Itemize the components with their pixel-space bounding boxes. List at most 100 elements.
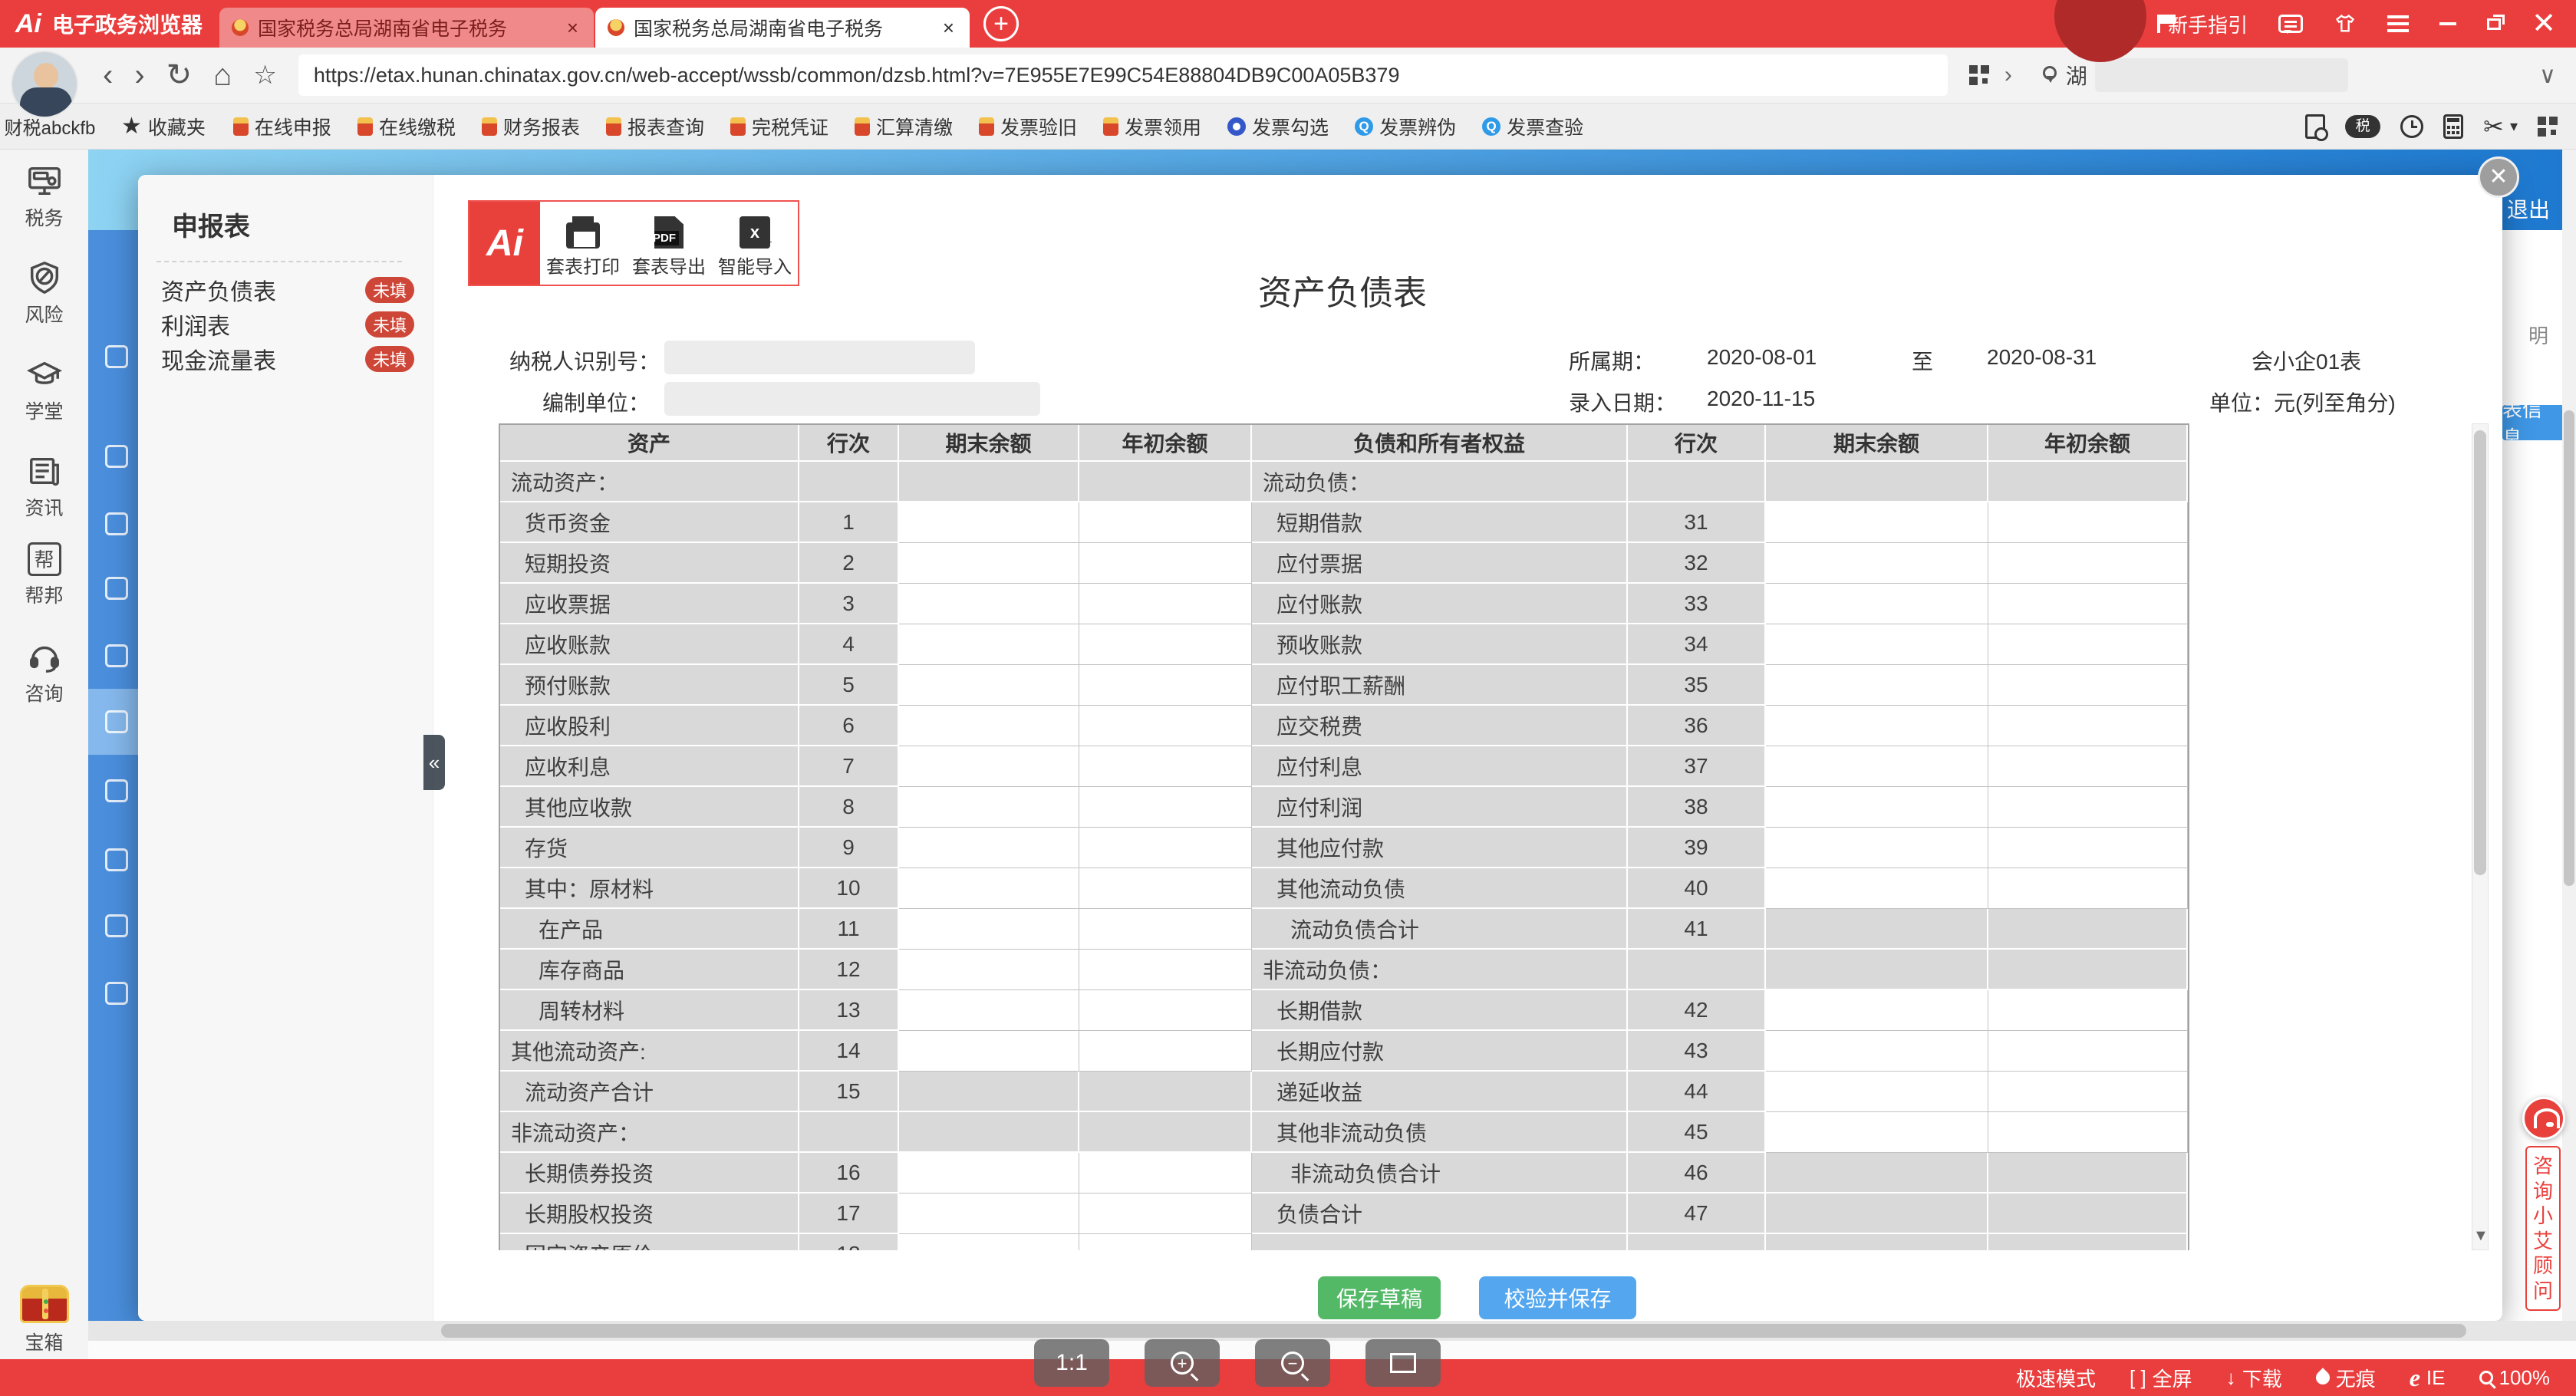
- user-avatar[interactable]: [11, 51, 78, 118]
- liability-end-balance-cell[interactable]: [1766, 624, 1988, 665]
- bookmark-item[interactable]: 完税凭证: [730, 113, 828, 140]
- asset-begin-balance-cell[interactable]: [1079, 584, 1252, 624]
- asset-begin-balance-cell[interactable]: [1079, 624, 1252, 665]
- liability-begin-balance-cell[interactable]: [1988, 584, 2188, 624]
- browser-scrollbar-thumb[interactable]: [2564, 410, 2574, 886]
- favorites-star-icon[interactable]: ★: [121, 113, 142, 140]
- liability-end-balance-cell[interactable]: [1766, 706, 1988, 746]
- asset-end-balance-cell[interactable]: [899, 828, 1079, 868]
- sidebar-item-academy[interactable]: 学堂: [0, 357, 88, 424]
- consult-float-widget[interactable]: 咨询小艾顾问: [2525, 1097, 2565, 1311]
- report-item-income-statement[interactable]: 利润表未填: [161, 308, 414, 341]
- liability-begin-balance-cell[interactable]: [1988, 746, 2188, 787]
- asset-end-balance-cell[interactable]: [899, 1153, 1079, 1194]
- status-item-download[interactable]: ↓下载: [2226, 1364, 2282, 1392]
- report-item-balance-sheet[interactable]: 资产负债表未填: [161, 273, 414, 307]
- print-bundle-button[interactable]: 套表打印: [540, 202, 626, 285]
- asset-begin-balance-cell[interactable]: [1079, 950, 1252, 990]
- home-button[interactable]: ⌂: [203, 60, 242, 91]
- modal-close-button[interactable]: ✕: [2478, 156, 2519, 198]
- liability-end-balance-cell[interactable]: [1766, 584, 1988, 624]
- scissors-dropdown-icon[interactable]: ▾: [2510, 117, 2518, 136]
- liability-begin-balance-cell[interactable]: [1988, 787, 2188, 828]
- asset-end-balance-cell[interactable]: [899, 1031, 1079, 1072]
- newbie-guide-button[interactable]: 新手指引: [2157, 10, 2248, 38]
- asset-end-balance-cell[interactable]: [899, 746, 1079, 787]
- back-button[interactable]: ‹: [92, 60, 124, 91]
- asset-end-balance-cell[interactable]: [899, 706, 1079, 746]
- liability-begin-balance-cell[interactable]: [1988, 543, 2188, 584]
- liability-begin-balance-cell[interactable]: [1988, 990, 2188, 1031]
- asset-end-balance-cell[interactable]: [899, 990, 1079, 1031]
- panel-collapse-handle[interactable]: «: [423, 735, 445, 790]
- status-item-incognito[interactable]: 无痕: [2316, 1364, 2376, 1392]
- bookmark-item[interactable]: Q发票辨伪: [1355, 113, 1456, 140]
- liability-begin-balance-cell[interactable]: [1988, 868, 2188, 909]
- liability-begin-balance-cell[interactable]: [1988, 1031, 2188, 1072]
- close-window-button[interactable]: ✕: [2532, 9, 2556, 38]
- bookmark-star-icon[interactable]: ☆: [242, 62, 287, 88]
- asset-begin-balance-cell[interactable]: [1079, 1234, 1252, 1250]
- asset-end-balance-cell[interactable]: [899, 502, 1079, 543]
- validate-save-button[interactable]: 校验并保存: [1479, 1276, 1636, 1319]
- asset-end-balance-cell[interactable]: [899, 868, 1079, 909]
- headset-icon[interactable]: [2522, 1097, 2565, 1140]
- consult-widget-label[interactable]: 咨询小艾顾问: [2525, 1146, 2561, 1311]
- refresh-button[interactable]: ↻: [156, 60, 203, 91]
- bookmark-item[interactable]: 发票验旧: [979, 113, 1077, 140]
- tax-cloud-icon[interactable]: 税: [2345, 115, 2380, 138]
- asset-end-balance-cell[interactable]: [899, 950, 1079, 990]
- screenshot-scissors-icon[interactable]: ✂: [2483, 112, 2504, 141]
- asset-end-balance-cell[interactable]: [899, 584, 1079, 624]
- sidebar-item-treasure[interactable]: 宝箱: [0, 1285, 88, 1355]
- fit-screen-button[interactable]: [1365, 1339, 1441, 1387]
- calculator-icon[interactable]: [2443, 114, 2463, 139]
- bookmark-item[interactable]: 发票领用: [1103, 113, 1201, 140]
- liability-end-balance-cell[interactable]: [1766, 1072, 1988, 1112]
- liability-begin-balance-cell[interactable]: [1988, 706, 2188, 746]
- bookmark-item[interactable]: 发票勾选: [1227, 113, 1329, 140]
- smart-import-button[interactable]: x 智能导入: [712, 202, 798, 285]
- feedback-icon[interactable]: [2278, 15, 2303, 33]
- asset-begin-balance-cell[interactable]: [1079, 828, 1252, 868]
- liability-end-balance-cell[interactable]: [1766, 665, 1988, 706]
- extensions-grid-icon[interactable]: [2538, 117, 2558, 137]
- tab-close-icon[interactable]: ×: [564, 16, 581, 40]
- table-scrollbar-thumb[interactable]: [2474, 430, 2486, 875]
- bookmark-item[interactable]: 报表查询: [606, 113, 704, 140]
- bookmark-item[interactable]: 在线申报: [233, 113, 331, 140]
- table-info-button[interactable]: 表信息: [2502, 405, 2562, 440]
- liability-begin-balance-cell[interactable]: [1988, 1112, 2188, 1153]
- asset-begin-balance-cell[interactable]: [1079, 746, 1252, 787]
- browser-tab[interactable]: 国家税务总局湖南省电子税务×: [595, 8, 970, 48]
- asset-end-balance-cell[interactable]: [899, 1194, 1079, 1234]
- bookmark-item[interactable]: 财务报表: [482, 113, 580, 140]
- tab-close-icon[interactable]: ×: [940, 16, 957, 40]
- bookmark-item[interactable]: 在线缴税: [357, 113, 456, 140]
- asset-begin-balance-cell[interactable]: [1079, 990, 1252, 1031]
- liability-end-balance-cell[interactable]: [1766, 868, 1988, 909]
- scroll-down-arrow-icon[interactable]: ▼: [2473, 1227, 2489, 1245]
- asset-begin-balance-cell[interactable]: [1079, 706, 1252, 746]
- dropdown-chevron-icon[interactable]: ∨: [2532, 62, 2564, 89]
- zoom-out-button[interactable]: −: [1255, 1339, 1330, 1387]
- horizontal-scrollbar-thumb[interactable]: [441, 1324, 2466, 1338]
- asset-begin-balance-cell[interactable]: [1079, 1153, 1252, 1194]
- bookmark-item[interactable]: Q发票查验: [1482, 113, 1583, 140]
- sidebar-item-risk[interactable]: 风险: [0, 260, 88, 328]
- browser-tab[interactable]: 国家税务总局湖南省电子税务×: [219, 8, 594, 48]
- zoom-in-button[interactable]: +: [1145, 1339, 1220, 1387]
- actual-size-button[interactable]: 1:1: [1034, 1339, 1109, 1387]
- status-item-fullscreen[interactable]: [ ]全屏: [2130, 1364, 2192, 1392]
- url-bar[interactable]: [298, 54, 1948, 96]
- sidebar-item-tax[interactable]: 税务: [0, 163, 88, 231]
- asset-begin-balance-cell[interactable]: [1079, 868, 1252, 909]
- new-tab-button[interactable]: +: [983, 6, 1019, 41]
- asset-begin-balance-cell[interactable]: [1079, 502, 1252, 543]
- sidebar-item-consult[interactable]: 咨询: [0, 639, 88, 706]
- favorites-label[interactable]: 收藏夹: [148, 113, 206, 140]
- liability-end-balance-cell[interactable]: [1766, 502, 1988, 543]
- report-item-cash-flow[interactable]: 现金流量表未填: [161, 342, 414, 376]
- forward-button[interactable]: ›: [124, 60, 155, 91]
- asset-begin-balance-cell[interactable]: [1079, 1031, 1252, 1072]
